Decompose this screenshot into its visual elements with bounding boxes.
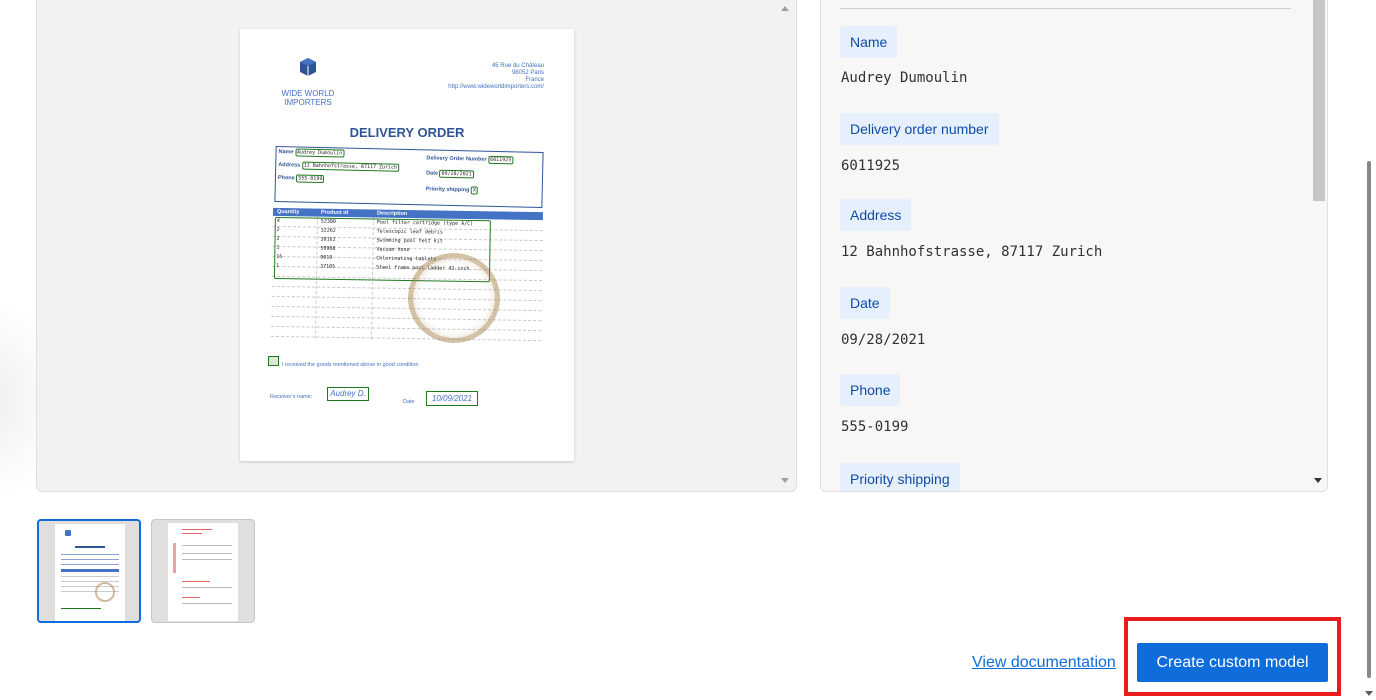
extracted-fields-pane: Name Audrey Dumoulin Delivery order numb… <box>820 0 1328 492</box>
field-label-name[interactable]: Name <box>840 26 898 58</box>
receiver-signature: Audrey D. <box>327 387 369 401</box>
received-checkbox <box>268 356 279 366</box>
detected-priority: X <box>470 186 479 195</box>
thumbnail-page <box>168 523 238 621</box>
signed-date-label: Date <box>403 399 415 405</box>
create-custom-model-button[interactable]: Create custom model <box>1137 643 1328 682</box>
detected-order-number: 6011925 <box>488 155 514 165</box>
scroll-down-icon[interactable] <box>1314 478 1322 483</box>
received-text: I received the goods mentioned above in … <box>282 362 419 368</box>
document-page: WIDE WORLD IMPORTERS 45 Rue du Château 9… <box>240 29 574 461</box>
fields-scroll-thumb[interactable] <box>1313 0 1325 201</box>
document-preview-pane: WIDE WORLD IMPORTERS 45 Rue du Château 9… <box>36 0 797 492</box>
detected-date: 09/28/2021 <box>439 169 474 179</box>
company-name: WIDE WORLD IMPORTERS <box>281 89 335 107</box>
field-value-name: Audrey Dumoulin <box>841 70 968 86</box>
cube-logo-icon <box>300 58 316 76</box>
field-value-phone: 555-0199 <box>841 419 909 435</box>
header-table: Name Audrey Dumoulin Address 12 Bahnhofs… <box>274 145 544 209</box>
field-value-address: 12 Bahnhofstrasse, 87117 Zurich <box>841 244 1103 260</box>
field-label-priority-shipping[interactable]: Priority shipping <box>840 463 960 491</box>
thumbnail-page <box>55 524 125 621</box>
signed-date: 10/09/2021 <box>426 391 478 406</box>
document-title: DELIVERY ORDER <box>349 125 465 140</box>
view-documentation-link[interactable]: View documentation <box>972 654 1116 672</box>
field-label-order-number[interactable]: Delivery order number <box>840 113 999 145</box>
field-label-phone[interactable]: Phone <box>840 374 901 406</box>
detected-address: 12 Bahnhofstrasse, 87117 Zurich <box>301 161 400 172</box>
field-label-date[interactable]: Date <box>840 287 890 319</box>
preview-scrollbar[interactable] <box>774 0 796 491</box>
coffee-stain <box>408 253 500 343</box>
field-label-address[interactable]: Address <box>840 199 912 231</box>
page-scroll-thumb[interactable] <box>1367 161 1371 678</box>
divider <box>840 8 1291 9</box>
detected-name: Audrey Dumoulin <box>294 148 345 158</box>
detected-phone: 555-0199 <box>296 174 325 184</box>
page-scrollbar[interactable] <box>1362 0 1376 700</box>
page-thumbnail-2[interactable] <box>151 519 255 623</box>
scroll-down-icon[interactable] <box>1365 691 1373 696</box>
field-value-date: 09/28/2021 <box>841 332 926 348</box>
fields-scrollbar[interactable] <box>1309 0 1327 491</box>
company-address: 45 Rue du Château 98052 Paris France htt… <box>448 63 544 90</box>
page-thumbnail-1[interactable] <box>37 519 141 623</box>
scroll-up-icon[interactable] <box>781 6 789 11</box>
scroll-down-icon[interactable] <box>781 478 789 483</box>
field-value-order-number: 6011925 <box>841 158 901 174</box>
receiver-label: Receiver's name: <box>270 394 313 400</box>
items-table: Quantity Product id Description 4 52380 … <box>271 207 544 342</box>
